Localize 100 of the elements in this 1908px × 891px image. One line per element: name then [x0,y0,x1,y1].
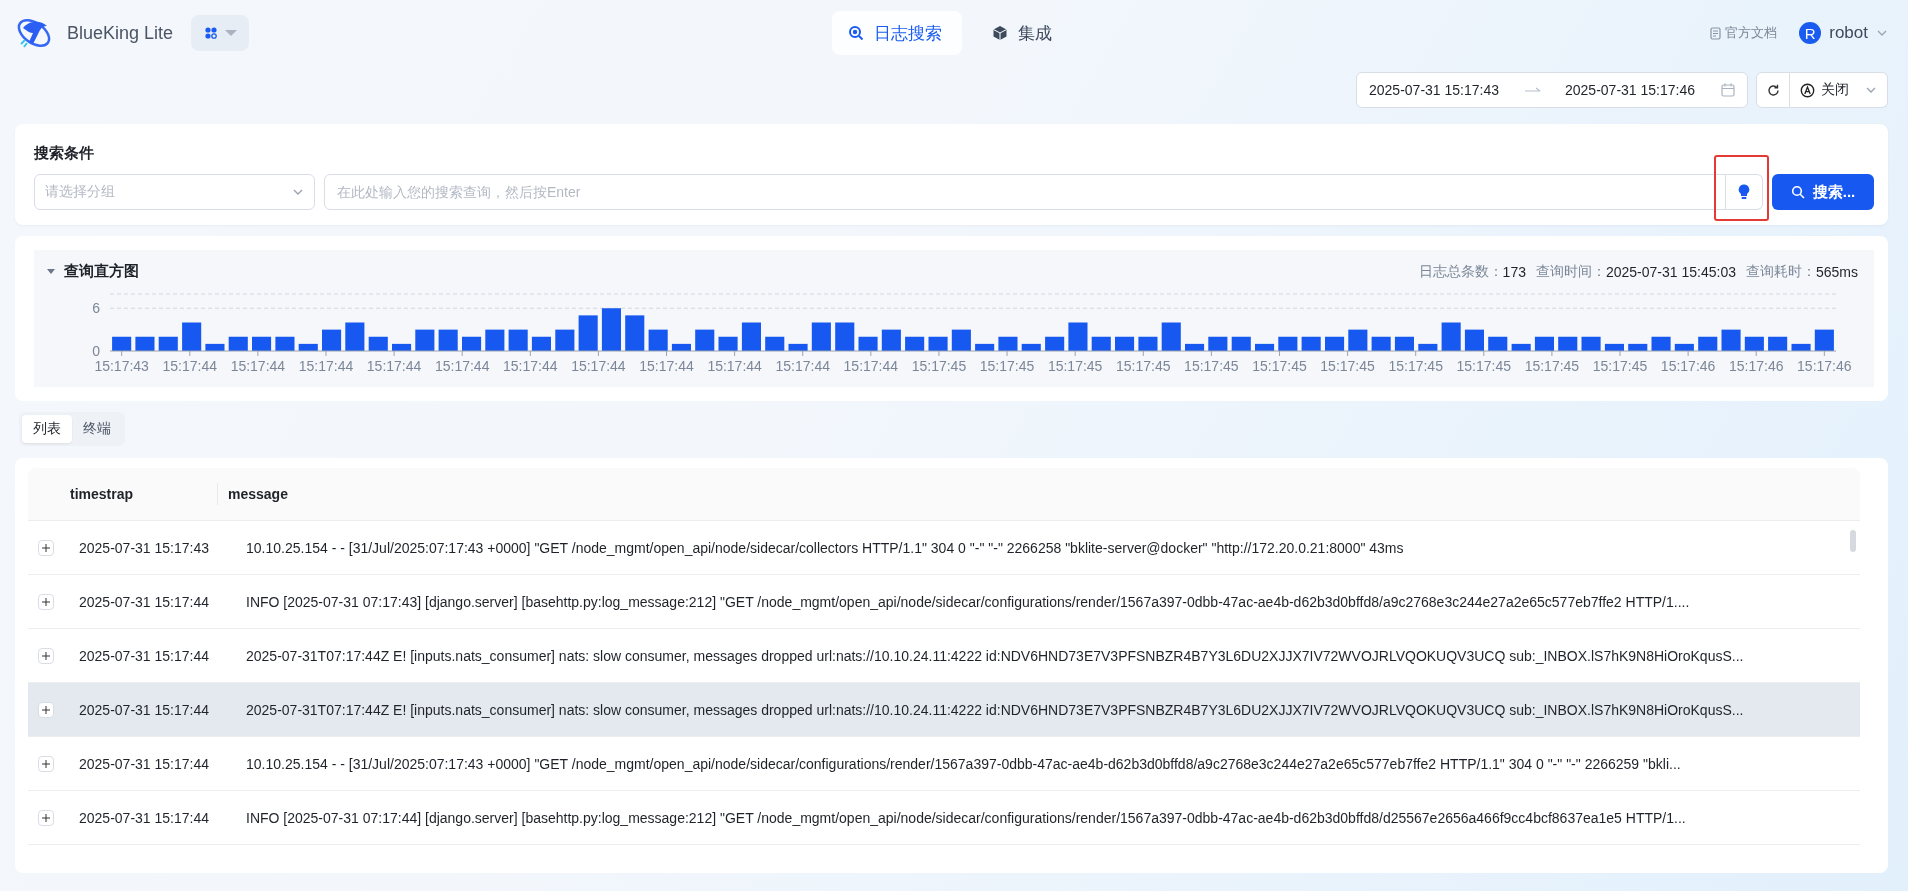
bar [601,308,621,351]
axis-label: 15:17:44 [503,358,558,374]
bar [392,343,412,351]
bar [1348,329,1368,351]
plus-icon [42,651,50,660]
bar [415,329,435,351]
table-cell-text: 2025-07-31 15:17:44 [79,755,210,772]
bar [1814,329,1834,351]
date-range-picker[interactable]: 2025-07-31 15:17:43 2025-07-31 15:17:46 [1356,72,1748,108]
bar [345,322,365,351]
start-time: 2025-07-31 15:17:43 [1369,82,1499,98]
search-icon [847,25,864,41]
plus-icon [42,597,50,606]
expand-button[interactable] [38,755,54,772]
table-cell-text: 10.10.25.154 - - [31/Jul/2025:07:17:43 +0000] "GET /node_mgmt/open_api/node/sidecar/collectors HTTP/1.1" 304 0 "-" "-" 2266258 "bklite-server@docker" "http://172.20.0.21:8000" 43ms [245,539,1404,556]
axis-label: 0 [92,343,100,359]
query-field[interactable]: 在此处输入您的搜索查询，然后按Enter [324,174,1726,210]
app-switcher-button[interactable] [191,15,250,51]
bar [1464,329,1484,351]
stat-label: 查询耗时： [1745,262,1816,281]
expand-button[interactable] [38,647,54,664]
bar [695,329,715,351]
axis-label: 15:17:45 [1388,358,1443,374]
bar [625,315,645,351]
lightbulb-icon [1738,184,1750,200]
bar [205,343,225,351]
user-menu[interactable]: R robot [1799,22,1888,44]
stat-label: 日志总条数： [1418,262,1503,281]
bar [811,322,831,351]
expand-button[interactable] [38,593,54,610]
bar [788,343,808,351]
axis-label: 15:17:44 [775,358,830,374]
bar [671,343,691,351]
axis-label: 15:17:44 [230,358,286,374]
bar [438,329,458,351]
table-cell-text: 2025-07-31 15:17:44 [79,593,210,610]
column-header: timestrap [28,483,218,505]
bar [1791,343,1811,351]
axis-label: 15:17:45 [1524,358,1580,374]
expand-button[interactable] [38,701,54,718]
auto-refresh-select[interactable]: 关闭 [1790,72,1888,108]
collapse-icon[interactable] [46,267,56,276]
axis-label: 15:17:45 [1320,358,1375,374]
nav-tab[interactable]: 日志搜索 [831,11,962,55]
stat-value: 2025-07-31 15:45:03 [1605,263,1736,280]
bar [1604,343,1624,351]
table-cell-text: 2025-07-31 15:17:44 [79,809,210,826]
grid-icon [205,27,218,39]
expand-button[interactable] [38,539,54,556]
axis-label: 15:17:45 [1456,358,1512,374]
view-tab[interactable]: 列表 [22,415,72,443]
bar [741,322,761,351]
bar [1674,343,1694,351]
caret-icon [225,29,238,37]
axis-label: 15:17:45 [911,358,967,374]
axis-label: 15:17:44 [162,358,217,374]
axis-label: 15:17:45 [1592,358,1648,374]
view-tab[interactable]: 终端 [72,415,122,443]
bar [555,329,575,351]
bar [975,343,995,351]
table-cell-text: 2025-07-31T07:17:44Z E! [inputs.nats_consumer] nats: slow consumer, messages dropped url:nats://10.10.24.11:4222 id:NDV6HND73E7V3PFSNBZR4B7Y3L6DU2XJJX7IV72WVOJRLVQOKUQV3UCQ sub:_INBOX.lS7hK9N8HiOroKqusS... [245,647,1744,664]
axis-label: 15:17:44 [571,358,626,374]
brand-name: BlueKing Lite [67,22,174,44]
bar [1511,343,1531,351]
scrollbar[interactable] [1850,530,1856,552]
bar [951,329,971,351]
search-button[interactable]: 搜索... [1772,174,1874,210]
bar [1721,329,1741,351]
axis-label: 15:17:45 [979,358,1035,374]
refresh-icon [1766,83,1780,97]
bar [322,329,342,351]
section-title: 搜索条件 [34,144,95,163]
table-cell-text: 2025-07-31 15:17:43 [79,539,210,556]
table-row[interactable] [28,683,1860,737]
bar [298,343,318,351]
axis-label: 15:17:45 [1116,358,1171,374]
expand-button[interactable] [38,809,54,826]
bar [835,322,855,351]
bar [1441,322,1461,351]
bar [485,329,505,351]
axis-label: 15:17:46 [1729,358,1784,374]
bar [1628,343,1648,351]
table-cell-text: 2025-07-31T07:17:44Z E! [inputs.nats_consumer] nats: slow consumer, messages dropped url:nats://10.10.24.11:4222 id:NDV6HND73E7V3PFSNBZR4B7Y3L6DU2XJJX7IV72WVOJRLVQOKUQV3UCQ sub:_INBOX.lS7hK9N8HiOroKqusS... [245,701,1744,718]
bar [881,329,901,351]
nav-tab[interactable]: 集成 [975,11,1072,55]
axis-label: 15:17:45 [1252,358,1307,374]
table-cell-text: INFO [2025-07-31 07:17:43] [django.server] [basehttp.py:log_message:212] "GET /node_mgmt/open_api/node/sidecar/configurations/render/1567a397-0dbb-47ac-ae4b-d62b3d0bffd8/a9c2768e3c244e27a2e65c577eb7ffe2 HTTP/1.... [245,593,1690,610]
refresh-button[interactable] [1756,72,1790,108]
bar [1161,322,1181,351]
bar [508,329,528,351]
stat-label: 查询时间： [1535,262,1606,281]
table-cell-text: INFO [2025-07-31 07:17:44] [django.server] [basehttp.py:log_message:212] "GET /node_mgmt/open_api/node/sidecar/configurations/render/1567a397-0dbb-47ac-ae4b-d62b3d0bffd8/d25567e2656a466f9cc4bcf8637ea1e5 HTTP/1... [245,809,1686,826]
table-cell-text: 2025-07-31 15:17:44 [79,647,210,664]
bar [578,315,598,351]
hint-button[interactable] [1726,174,1763,210]
axis-label: 15:17:46 [1797,358,1852,374]
stat-value: 173 [1502,263,1526,280]
axis-label: 15:17:44 [434,358,490,374]
user-avatar: R [1799,22,1822,44]
axis-label: 15:17:44 [639,358,694,374]
